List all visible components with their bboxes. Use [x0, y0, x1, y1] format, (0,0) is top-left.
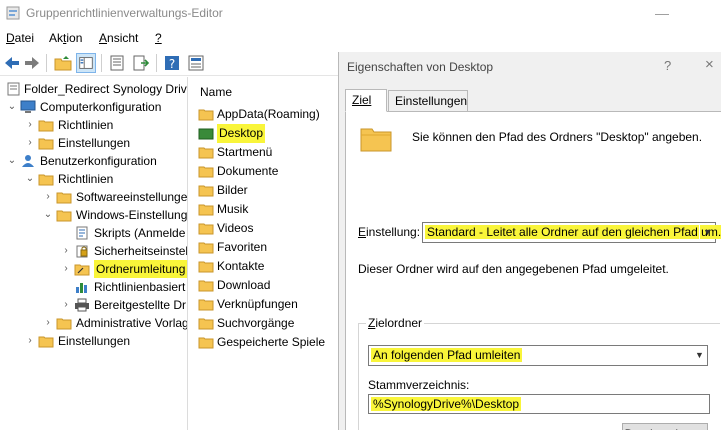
- folder-icon: [56, 318, 72, 330]
- toolbar-separator: [156, 54, 157, 72]
- printer-icon: [75, 298, 89, 312]
- tab-einstellungen[interactable]: Einstellungen: [388, 90, 468, 112]
- chevron-right-icon[interactable]: ›: [60, 296, 72, 314]
- chevron-down-icon[interactable]: ⌄: [42, 206, 54, 224]
- properties-icon[interactable]: [107, 53, 127, 73]
- title-bar: Gruppenrichtlinienverwaltungs-Editor —: [0, 0, 721, 26]
- toolbar-separator: [101, 54, 102, 72]
- folder-icon: [38, 174, 54, 186]
- target-folder-legend: Zielordner: [366, 316, 425, 330]
- chevron-down-icon[interactable]: ⌄: [6, 98, 18, 116]
- window-title: Gruppenrichtlinienverwaltungs-Editor: [26, 6, 223, 20]
- target-folder-value: An folgenden Pfad umleiten: [371, 348, 523, 362]
- folder-icon: [56, 192, 72, 204]
- chart-icon: [76, 283, 87, 293]
- folder-icon: [198, 185, 214, 197]
- chevron-right-icon[interactable]: ›: [60, 260, 72, 278]
- folder-icon: [198, 242, 214, 254]
- setting-dropdown[interactable]: Standard - Leitet alle Ordner auf den gl…: [422, 222, 721, 243]
- tree-panel[interactable]: Folder_Redirect Synology Drive ⌄ Compute…: [0, 77, 188, 430]
- folder-icon: [38, 336, 54, 348]
- chevron-right-icon[interactable]: ›: [60, 242, 72, 260]
- target-folder-dropdown[interactable]: An folgenden Pfad umleiten ▼: [368, 345, 708, 366]
- computer-icon: [20, 100, 36, 113]
- folder-list-panel[interactable]: Name AppData(Roaming) Desktop Startmenü …: [192, 77, 338, 430]
- chevron-down-icon[interactable]: ▼: [699, 223, 715, 242]
- toolbar-separator: [46, 54, 47, 72]
- dialog-description: Sie können den Pfad des Ordners "Desktop…: [412, 130, 703, 144]
- policy-doc-icon: [7, 82, 20, 96]
- folder-icon: [198, 337, 214, 349]
- desktop-folder-icon: [198, 128, 214, 140]
- chevron-right-icon[interactable]: ›: [42, 188, 54, 206]
- chevron-right-icon[interactable]: ›: [24, 134, 36, 152]
- tab-ziel[interactable]: Ziel: [345, 89, 387, 112]
- folder-icon: [38, 120, 54, 132]
- browse-button[interactable]: Durchsuchen...: [622, 423, 708, 430]
- setting-label: Einstellung:: [358, 225, 421, 239]
- menu-aktion[interactable]: Aktion: [49, 31, 82, 45]
- dialog-title: Eigenschaften von Desktop: [347, 60, 494, 74]
- gpo-editor-icon: [6, 6, 20, 20]
- dialog-help-button[interactable]: ?: [664, 58, 671, 73]
- redirect-info: Dieser Ordner wird auf den angegebenen P…: [358, 262, 669, 276]
- chevron-down-icon[interactable]: ▼: [691, 346, 707, 365]
- tab-page-ziel: Sie können den Pfad des Ordners "Desktop…: [345, 111, 721, 430]
- export-list-icon[interactable]: [131, 53, 151, 73]
- folder-icon: [198, 261, 214, 273]
- view-icon[interactable]: [186, 53, 206, 73]
- folder-icon: [56, 210, 72, 222]
- forward-arrow-icon[interactable]: [22, 53, 42, 73]
- folder-redirect-icon: [74, 264, 90, 276]
- setting-dropdown-value: Standard - Leitet alle Ordner auf den gl…: [425, 225, 721, 239]
- script-icon: [76, 226, 88, 240]
- folder-icon: [198, 204, 214, 216]
- menu-datei[interactable]: Datei: [6, 31, 34, 45]
- folder-icon: [198, 318, 214, 330]
- chevron-right-icon[interactable]: ›: [24, 116, 36, 134]
- root-path-input[interactable]: %SynologyDrive%\Desktop: [368, 394, 710, 414]
- folder-icon: [198, 280, 214, 292]
- properties-dialog: Eigenschaften von Desktop ? × Ziel Einst…: [338, 52, 721, 430]
- chevron-down-icon[interactable]: ⌄: [6, 152, 18, 170]
- security-icon: [76, 245, 88, 258]
- main-window: Gruppenrichtlinienverwaltungs-Editor — D…: [0, 0, 721, 430]
- chevron-down-icon[interactable]: ⌄: [24, 170, 36, 188]
- chevron-right-icon[interactable]: ›: [24, 332, 36, 350]
- dialog-close-button[interactable]: ×: [705, 56, 714, 73]
- show-tree-icon[interactable]: [76, 53, 96, 73]
- up-folder-icon[interactable]: [53, 53, 73, 73]
- column-header-name[interactable]: Name: [200, 85, 232, 99]
- folder-icon: [198, 166, 214, 178]
- root-path-label: Stammverzeichnis:: [368, 378, 470, 392]
- user-icon: [22, 155, 34, 167]
- minimize-button[interactable]: —: [652, 3, 672, 23]
- help-icon[interactable]: ?: [162, 53, 182, 73]
- folder-icon: [198, 109, 214, 121]
- svg-text:?: ?: [169, 57, 175, 71]
- back-arrow-icon[interactable]: [2, 53, 22, 73]
- chevron-right-icon[interactable]: ›: [42, 314, 54, 332]
- folder-icon: [198, 299, 214, 311]
- folder-icon: [198, 223, 214, 235]
- folder-icon: [198, 147, 214, 159]
- folder-icon: [360, 128, 392, 152]
- folder-icon: [38, 138, 54, 150]
- menu-ansicht[interactable]: Ansicht: [99, 31, 138, 45]
- menu-help[interactable]: ?: [155, 31, 162, 45]
- root-path-value: %SynologyDrive%\Desktop: [371, 397, 522, 411]
- menu-bar: Datei Aktion Ansicht ?: [0, 27, 721, 49]
